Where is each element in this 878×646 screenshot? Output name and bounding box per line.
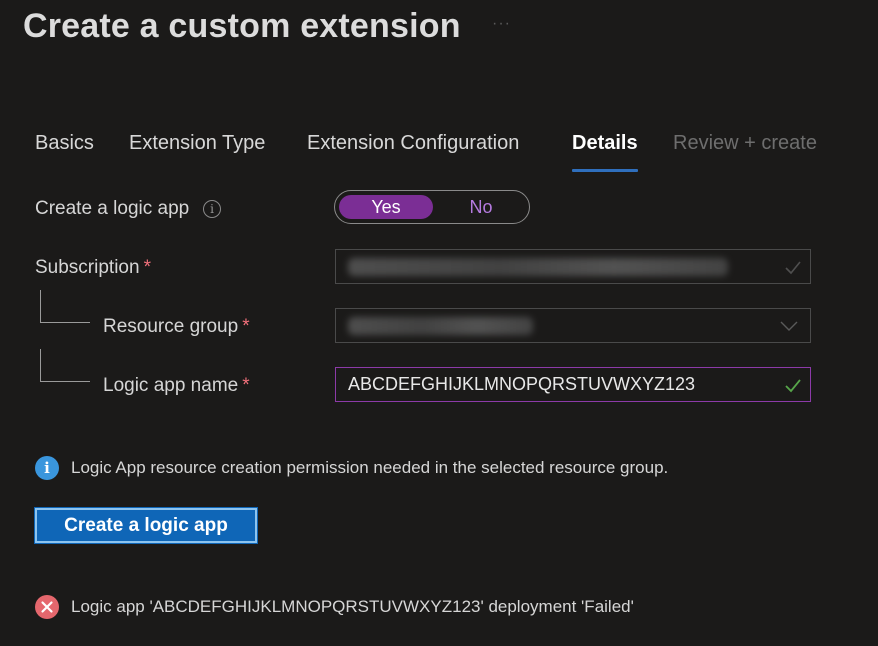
- required-asterisk: *: [143, 257, 151, 278]
- resource-group-label: Resource group *: [103, 316, 250, 338]
- check-icon: [785, 379, 801, 393]
- chevron-down-icon: [780, 321, 798, 331]
- logic-app-name-input[interactable]: ABCDEFGHIJKLMNOPQRSTUVWXYZ123: [348, 374, 768, 395]
- resource-group-label-text: Resource group: [103, 316, 239, 337]
- logic-app-name-field[interactable]: ABCDEFGHIJKLMNOPQRSTUVWXYZ123: [335, 367, 811, 402]
- create-custom-extension-page: Create a custom extension ··· Basics Ext…: [0, 0, 878, 646]
- error-message-text: Logic app 'ABCDEFGHIJKLMNOPQRSTUVWXYZ123…: [71, 597, 634, 616]
- logic-app-name-label: Logic app name *: [103, 375, 250, 397]
- obscured-value: [348, 317, 533, 335]
- create-logic-app-label: Create a logic app: [35, 198, 189, 220]
- required-asterisk: *: [242, 375, 250, 396]
- info-icon: i: [35, 456, 59, 480]
- tree-connector: [40, 349, 90, 382]
- tab-review-create: Review + create: [673, 132, 817, 154]
- tab-extension-configuration[interactable]: Extension Configuration: [307, 132, 519, 172]
- logic-app-name-label-text: Logic app name: [103, 375, 239, 396]
- toggle-no-option[interactable]: No: [435, 195, 527, 219]
- tab-extension-type[interactable]: Extension Type: [129, 132, 265, 172]
- tab-details[interactable]: Details: [572, 132, 638, 172]
- create-logic-app-toggle[interactable]: Yes No: [334, 190, 530, 224]
- required-asterisk: *: [242, 316, 250, 337]
- check-icon: [785, 261, 801, 275]
- toggle-yes-option[interactable]: Yes: [339, 195, 433, 219]
- resource-group-dropdown[interactable]: [335, 308, 811, 343]
- wizard-tabs: Basics Extension Type Extension Configur…: [0, 132, 878, 172]
- info-icon[interactable]: i: [203, 200, 221, 218]
- create-logic-app-button[interactable]: Create a logic app: [34, 507, 258, 544]
- obscured-value: [348, 258, 728, 276]
- tab-basics[interactable]: Basics: [35, 132, 94, 172]
- page-title: Create a custom extension: [23, 7, 461, 45]
- subscription-field[interactable]: [335, 249, 811, 284]
- error-icon: [35, 595, 59, 619]
- info-message-text: Logic App resource creation permission n…: [71, 458, 669, 477]
- create-logic-app-label-text: Create a logic app: [35, 198, 190, 219]
- ellipsis-icon[interactable]: ···: [492, 15, 511, 33]
- tree-connector: [40, 290, 90, 323]
- subscription-label-text: Subscription: [35, 257, 140, 278]
- subscription-label: Subscription *: [35, 257, 151, 279]
